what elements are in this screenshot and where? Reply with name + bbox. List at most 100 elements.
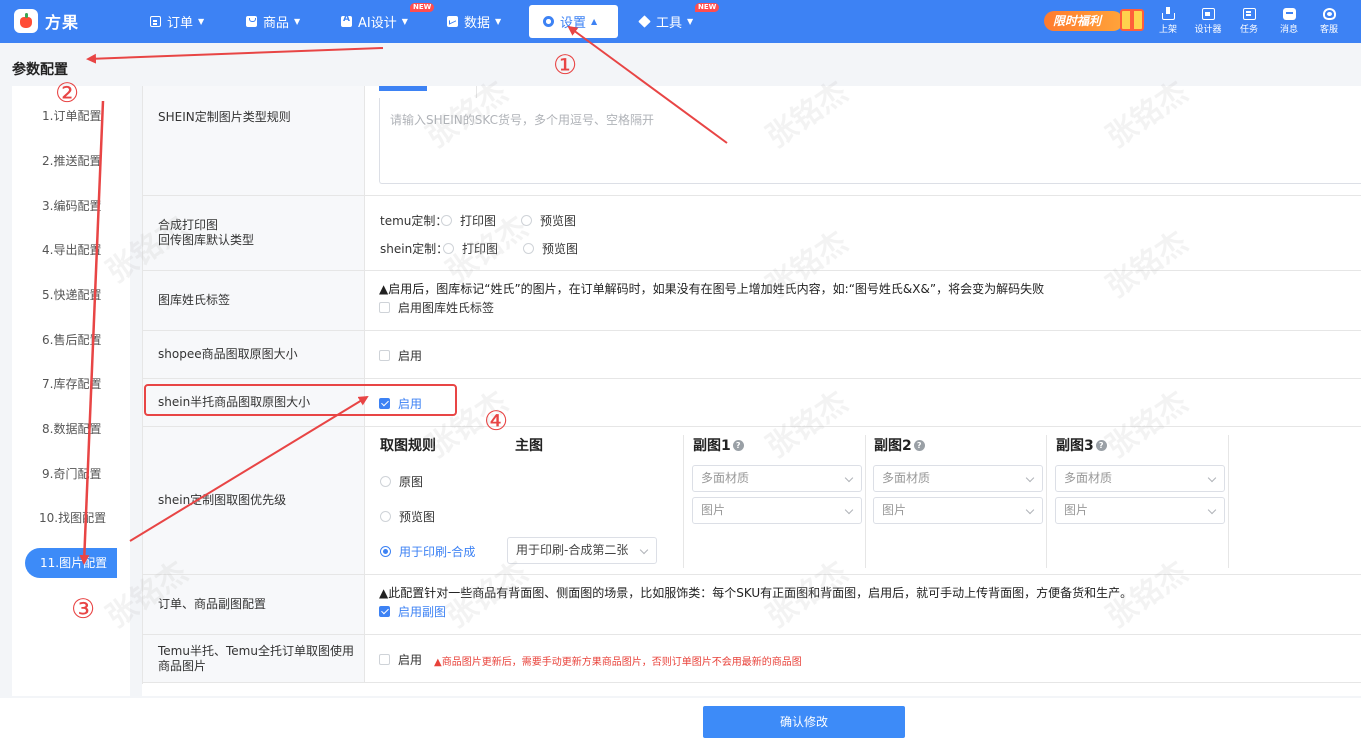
task-icon <box>1242 8 1256 20</box>
sidebar-item-image[interactable]: 11.图片配置 <box>25 548 117 578</box>
row-surname-tag: 图库姓氏标签 ▲启用后，图库标记“姓氏”的图片，在订单解码时，如果没有在图号上增… <box>143 271 1361 331</box>
nav-settings[interactable]: 设置 ▲ <box>529 5 618 38</box>
sidebar-item-data[interactable]: 8.数据配置 <box>12 414 130 444</box>
nav-product[interactable]: 商品 ▼ <box>232 5 314 38</box>
select-placeholder: 多面材质 <box>882 471 931 485</box>
nav-data[interactable]: 数据 ▼ <box>433 5 515 38</box>
synth-print-label-1: 合成打印图 <box>158 218 219 232</box>
fangguo-logo-icon <box>14 9 38 33</box>
help-icon[interactable]: ? <box>732 439 744 451</box>
row-label: 合成打印图 回传图库默认类型 <box>143 196 365 270</box>
row-shein-custom-rule: SHEIN定制图片类型规则 请输入SHEIN的SKC货号，多个用逗号、空格隔开 <box>143 86 1361 196</box>
checkbox-icon[interactable] <box>379 654 390 665</box>
sub1-image-select[interactable]: 图片 <box>692 497 862 524</box>
sidebar-item-push[interactable]: 2.推送配置 <box>12 146 130 176</box>
sidebar-item-export[interactable]: 4.导出配置 <box>12 235 130 265</box>
main-image-select-value: 用于印刷-合成第二张 <box>516 543 629 557</box>
promo-banner[interactable]: 限时福利 <box>1044 9 1148 33</box>
message-icon <box>1282 8 1296 20</box>
caret-down-icon: ▼ <box>687 17 694 26</box>
col-sub2-header: 副图2? <box>874 435 925 455</box>
sidebar-item-find-image[interactable]: 10.找图配置 <box>12 503 130 533</box>
gift-icon <box>1120 9 1144 31</box>
sidebar-item-encoding[interactable]: 3.编码配置 <box>12 191 130 221</box>
nav-product-label: 商品 <box>263 16 290 31</box>
tab-divider <box>476 86 477 98</box>
temu-radio-print[interactable]: 打印图 <box>441 212 496 229</box>
checkbox-checked-icon[interactable] <box>379 398 390 409</box>
col-sub1-text: 副图1 <box>693 438 731 454</box>
sub-image-checkbox[interactable]: 启用副图 <box>379 603 446 620</box>
skc-textarea[interactable]: 请输入SHEIN的SKC货号，多个用逗号、空格隔开 <box>379 98 1361 184</box>
confirm-button[interactable]: 确认修改 <box>703 706 905 738</box>
temu-custom-group: temu定制： <box>380 212 447 229</box>
checkbox-icon[interactable] <box>379 302 390 313</box>
help-icon[interactable]: ? <box>1095 439 1107 451</box>
rule-radio-print-synth[interactable]: 用于印刷-合成 <box>380 543 475 560</box>
row-label: 订单、商品副图配置 <box>143 575 365 634</box>
select-placeholder: 图片 <box>882 503 907 517</box>
shein-semi-original-checkbox[interactable]: 启用 <box>379 395 422 412</box>
sub1-material-select[interactable]: 多面材质 <box>692 465 862 492</box>
row-synth-print: 合成打印图 回传图库默认类型 temu定制： 打印图 预览图 shein定制： … <box>143 196 1361 271</box>
radio-label: 预览图 <box>399 510 436 524</box>
checkbox-icon[interactable] <box>379 350 390 361</box>
tool-service-label: 客服 <box>1319 25 1338 35</box>
temu-product-image-checkbox[interactable]: 启用 <box>379 651 422 668</box>
sidebar-item-qimen[interactable]: 9.奇门配置 <box>12 459 130 489</box>
shein-radio-print[interactable]: 打印图 <box>443 240 498 257</box>
shopee-original-checkbox[interactable]: 启用 <box>379 347 422 364</box>
rule-radio-original[interactable]: 原图 <box>380 473 423 490</box>
tool-messages[interactable]: 消息 <box>1269 8 1309 36</box>
radio-icon[interactable] <box>380 476 391 487</box>
order-icon <box>150 16 161 27</box>
sidebar-item-stock[interactable]: 7.库存配置 <box>12 369 130 399</box>
radio-icon[interactable] <box>380 511 391 522</box>
shein-priority-label: shein定制图取图优先级 <box>158 493 287 507</box>
promo-label: 限时福利 <box>1044 11 1124 31</box>
radio-label: 打印图 <box>462 242 499 256</box>
temu-radio-preview[interactable]: 预览图 <box>521 212 576 229</box>
sub2-image-select[interactable]: 图片 <box>873 497 1043 524</box>
skc-textarea-placeholder: 请输入SHEIN的SKC货号，多个用逗号、空格隔开 <box>390 113 654 127</box>
col-sub2-text: 副图2 <box>874 438 912 454</box>
tool-tasks-label: 任务 <box>1239 25 1258 35</box>
chevron-down-icon <box>1207 473 1217 483</box>
shein-radio-preview[interactable]: 预览图 <box>523 240 578 257</box>
radio-label: 用于印刷-合成 <box>399 545 476 559</box>
radio-icon[interactable] <box>443 243 454 254</box>
sub3-material-select[interactable]: 多面材质 <box>1055 465 1225 492</box>
sidebar-item-aftersale[interactable]: 6.售后配置 <box>12 325 130 355</box>
config-table: SHEIN定制图片类型规则 请输入SHEIN的SKC货号，多个用逗号、空格隔开 … <box>142 86 1361 684</box>
radio-icon[interactable] <box>521 215 532 226</box>
tool-designer[interactable]: 设计器 <box>1188 8 1228 36</box>
temu-product-image-warning: ▲商品图片更新后，需要手动更新方果商品图片，否则订单图片不会用最新的商品图 <box>434 657 802 668</box>
customer-service-icon <box>1322 8 1336 20</box>
column-divider <box>865 435 866 568</box>
tool-tasks[interactable]: 任务 <box>1229 8 1269 36</box>
row-shein-priority: shein定制图取图优先级 取图规则 主图 副图1? 副图2? 副图3? 原图 … <box>143 427 1361 575</box>
surname-tag-checkbox[interactable]: 启用图库姓氏标签 <box>379 299 494 316</box>
nav-ai-design[interactable]: AI设计 ▼ <box>327 5 422 38</box>
main-image-select[interactable]: 用于印刷-合成第二张 <box>507 537 657 564</box>
tool-upload[interactable]: 上架 <box>1148 7 1188 36</box>
radio-selected-icon[interactable] <box>380 546 391 557</box>
sub2-material-select[interactable]: 多面材质 <box>873 465 1043 492</box>
new-badge: NEW <box>410 3 435 12</box>
shopee-original-label: shopee商品图取原图大小 <box>158 347 298 361</box>
rule-radio-preview[interactable]: 预览图 <box>380 508 435 525</box>
radio-icon[interactable] <box>441 215 452 226</box>
tool-messages-label: 消息 <box>1279 25 1298 35</box>
help-icon[interactable]: ? <box>913 439 925 451</box>
nav-order[interactable]: 订单 ▼ <box>136 5 218 38</box>
app-logo[interactable]: 方果 <box>14 9 79 33</box>
col-main-header: 主图 <box>515 438 543 454</box>
sub3-image-select[interactable]: 图片 <box>1055 497 1225 524</box>
tool-service[interactable]: 客服 <box>1309 8 1349 36</box>
checkbox-checked-icon[interactable] <box>379 606 390 617</box>
product-icon <box>246 16 257 27</box>
sidebar-item-express[interactable]: 5.快递配置 <box>12 280 130 310</box>
logo-text: 方果 <box>45 13 80 32</box>
radio-icon[interactable] <box>523 243 534 254</box>
radio-label: 预览图 <box>542 242 579 256</box>
